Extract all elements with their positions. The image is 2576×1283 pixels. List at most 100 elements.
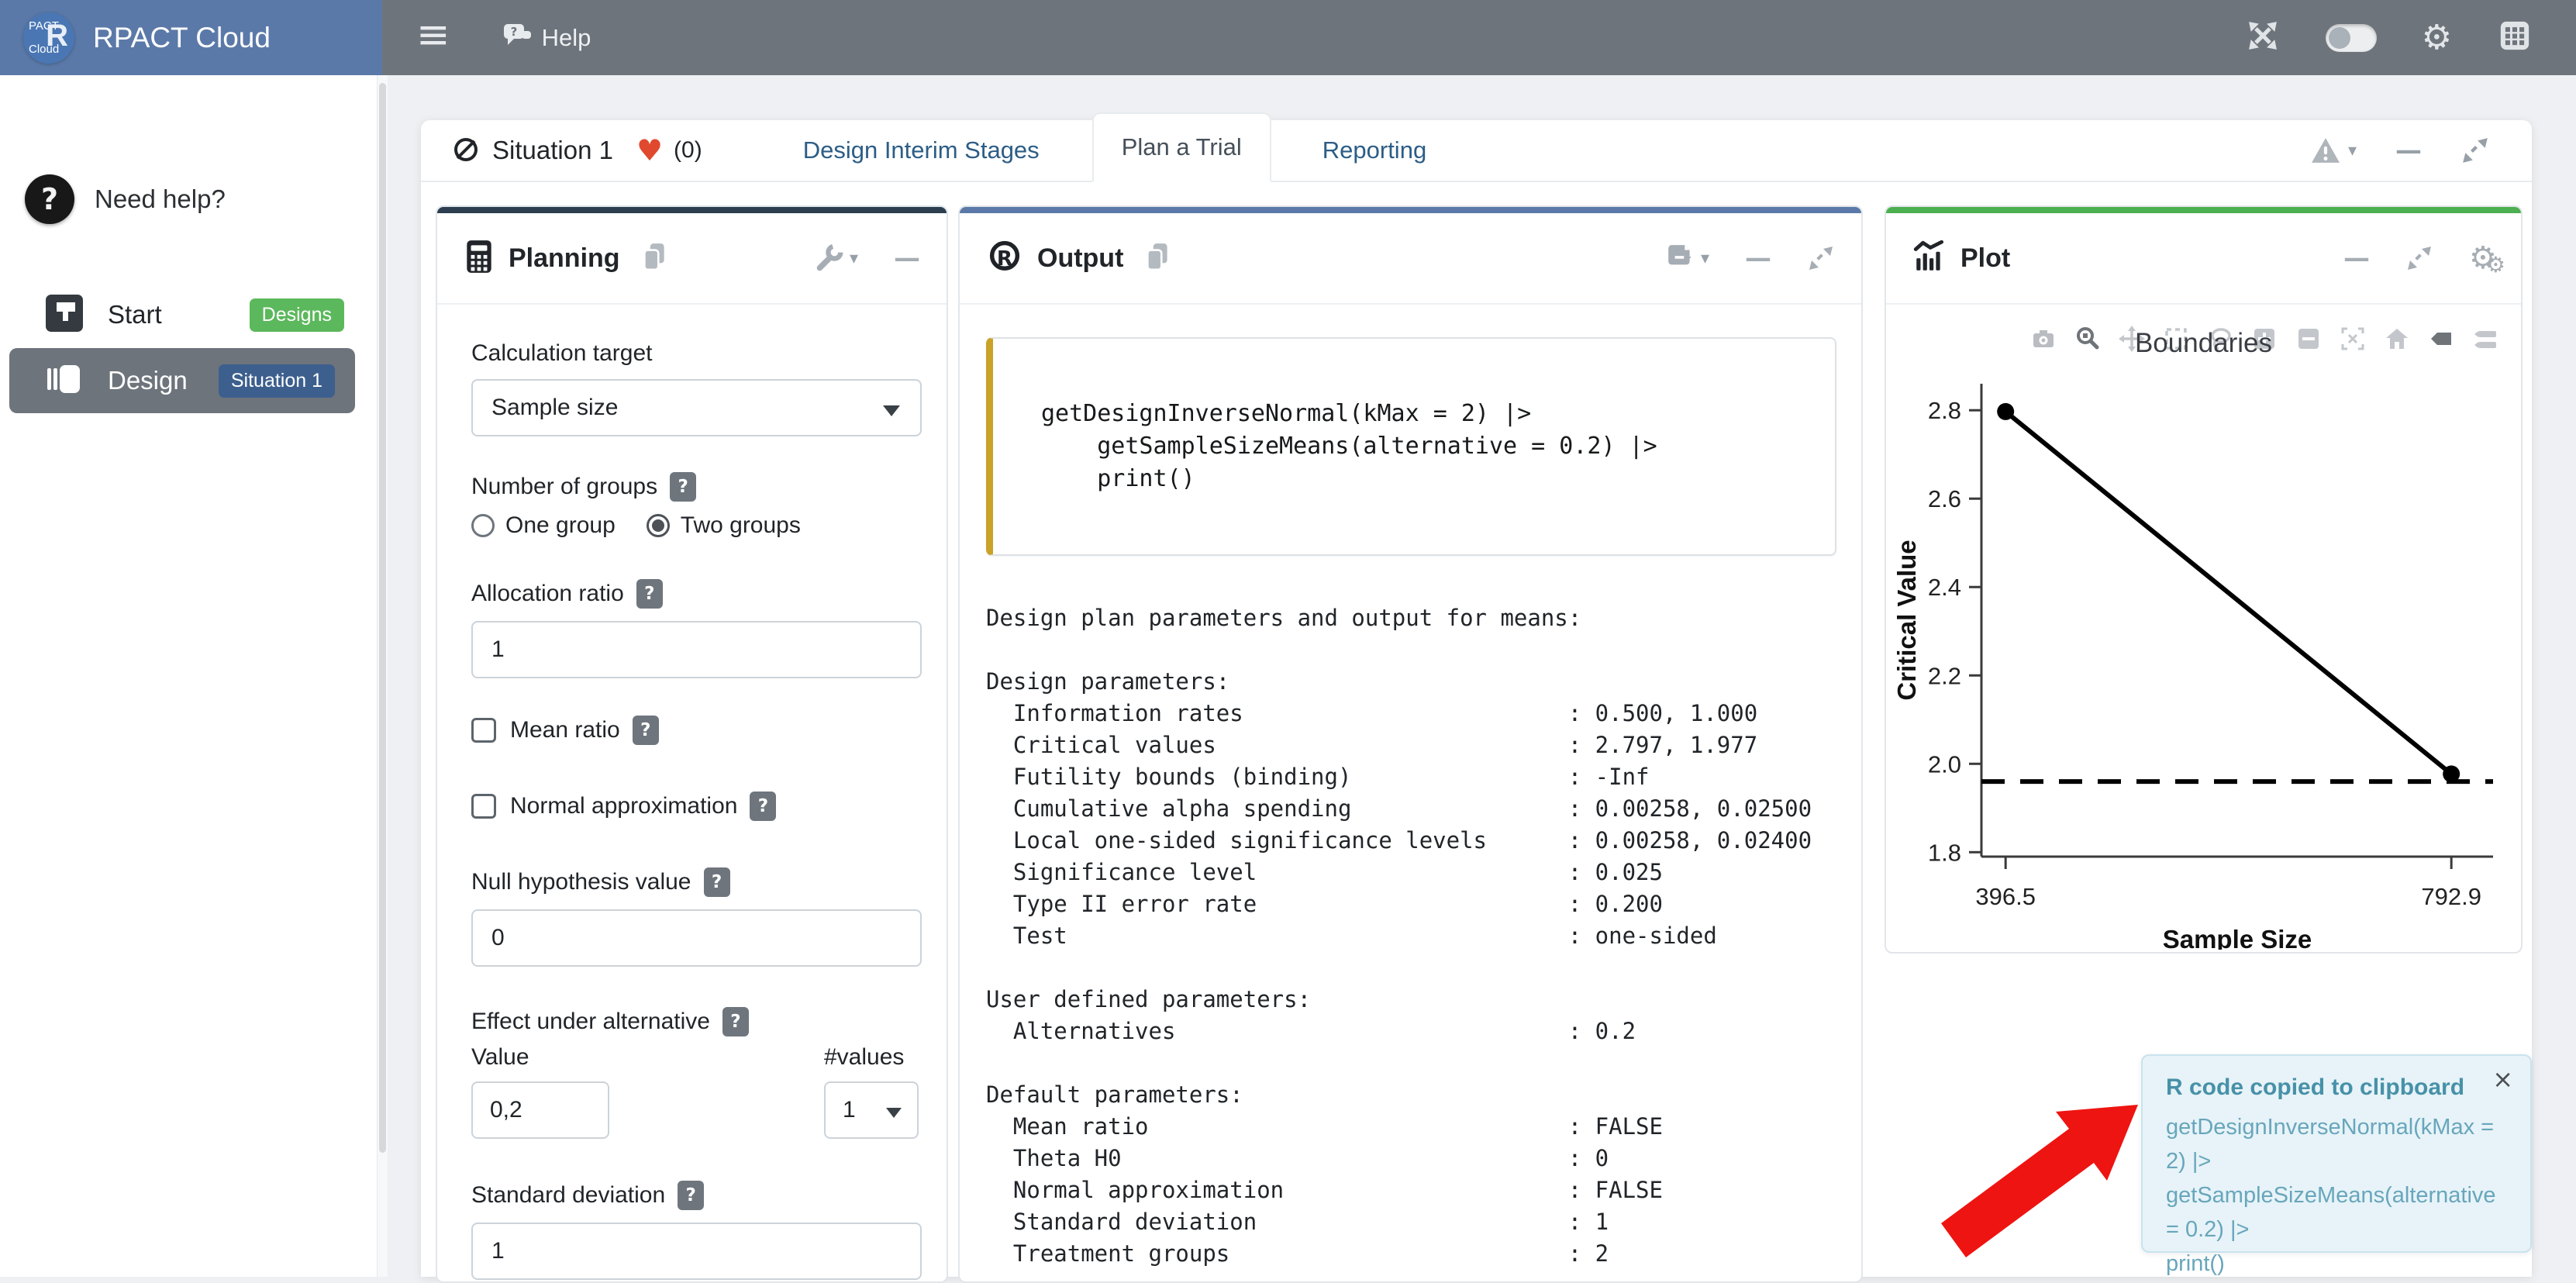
tab-plan-a-trial[interactable]: Plan a Trial [1092,112,1271,182]
radio-two-groups-label: Two groups [681,512,801,539]
help-question-badge[interactable]: ? [633,716,659,745]
apps-grid-icon[interactable] [2497,18,2533,57]
sidebar-item-start[interactable]: Start Designs [44,292,344,337]
sidebar-scrollbar[interactable] [378,75,388,1277]
number-of-groups-label: Number of groups ? [471,472,919,502]
help-chat-icon: ? [502,22,533,53]
need-help-link[interactable]: ? Need help? [25,174,226,224]
output-accent-bar [960,207,1861,213]
svg-text:2.0: 2.0 [1928,750,1961,778]
start-flag-icon [44,293,84,337]
effect-under-alternative-label: Effect under alternative ? [471,1007,919,1036]
num-values-value: 1 [843,1097,856,1123]
expand-panel-button[interactable] [1807,244,1835,272]
planning-panel: Planning ▾ — Calculati [436,205,948,1283]
num-values-select[interactable]: 1 [824,1081,919,1139]
toast-close-button[interactable]: × [2492,1067,2513,1092]
theme-toggle[interactable] [2326,24,2377,52]
pan-mode-icon[interactable] [2118,325,2146,353]
tab-reporting[interactable]: Reporting [1322,136,1426,164]
zoom-mode-icon[interactable] [2074,325,2102,353]
fullscreen-arrows-icon[interactable] [2245,18,2281,57]
compare-hover-icon[interactable] [2471,325,2499,353]
svg-text:2.8: 2.8 [1928,397,1961,424]
sidebar-item-design[interactable]: Design Situation 1 [9,348,355,413]
allocation-ratio-label: Allocation ratio ? [471,579,919,609]
download-plot-icon[interactable] [2029,325,2057,353]
help-question-badge[interactable]: ? [670,472,696,502]
svg-text:Sample Size: Sample Size [2163,925,2312,950]
sidebar-header: PACT R Cloud RPACT Cloud [0,0,382,75]
rpact-logo: PACT R Cloud [23,12,74,64]
help-question-badge[interactable]: ? [636,579,663,609]
show-closest-hover-icon[interactable] [2427,325,2455,353]
help-question-badge[interactable]: ? [750,792,776,821]
lasso-select-icon[interactable] [2206,325,2234,353]
collapse-panel-button[interactable]: — [894,245,920,271]
toast-notification: R code copied to clipboard getDesignInve… [2141,1054,2532,1253]
boundaries-chart[interactable]: 1.82.02.22.42.62.8396.5792.9Sample SizeC… [1892,376,2516,950]
mean-ratio-checkbox[interactable] [471,718,496,743]
zoom-in-icon[interactable] [2250,325,2278,353]
null-hypothesis-input[interactable] [471,909,922,967]
autoscale-icon[interactable] [2339,325,2367,353]
toast-title: R code copied to clipboard [2166,1074,2507,1101]
mean-ratio-label: Mean ratio ? [510,716,659,745]
plot-settings-gears-icon[interactable]: ⚙⚙ [2469,240,2495,276]
allocation-ratio-input[interactable] [471,621,922,678]
plot-panel: Plot — ⚙⚙ [1885,205,2523,954]
expand-panel-button[interactable] [2405,244,2433,272]
svg-text:396.5: 396.5 [1975,883,2036,910]
help-button[interactable]: ? Help [502,22,591,53]
designs-badge: Designs [250,298,344,332]
radio-one-group[interactable] [471,514,495,537]
svg-text:?: ? [510,25,517,39]
help-question-badge[interactable]: ? [722,1007,749,1036]
collapse-panel-button[interactable]: — [2343,245,2370,271]
help-question-badge[interactable]: ? [704,867,730,897]
svg-text:2.4: 2.4 [1928,574,1961,601]
standard-deviation-input[interactable] [471,1223,922,1280]
red-annotation-arrow [1933,1085,2157,1275]
plot-accent-bar [1886,207,2521,213]
calculation-target-select[interactable]: Sample size [471,379,922,436]
main-card: Situation 1 ♥ (0) Design Interim Stages … [421,120,2532,1277]
calculator-icon [464,239,495,278]
design-cards-icon [44,359,84,403]
svg-text:2.2: 2.2 [1928,662,1961,689]
svg-text:R: R [997,247,1012,270]
favorite-heart-icon[interactable]: ♥ [636,136,663,165]
tab-situation[interactable]: Situation 1 ♥ (0) [450,133,702,168]
tab-bar: Situation 1 ♥ (0) Design Interim Stages … [421,120,2532,182]
hamburger-menu-icon[interactable]: ≡ [416,15,450,55]
scrollbar-thumb[interactable] [379,83,386,1153]
normal-approximation-label: Normal approximation ? [510,792,776,821]
effect-value-input[interactable] [471,1081,609,1139]
collapse-panel-button[interactable]: — [1745,245,1771,271]
sidebar-item-label: Design [108,366,188,395]
tools-wrench-dropdown[interactable]: ▾ [814,243,858,273]
copy-icon[interactable] [1143,241,1171,276]
r-code-block: getDesignInverseNormal(kMax = 2) |> getS… [986,337,1836,556]
export-dropdown-button[interactable]: ▾ [1667,243,1709,274]
help-question-badge[interactable]: ? [678,1181,704,1210]
tab-design-interim-stages[interactable]: Design Interim Stages [803,136,1040,164]
zoom-out-icon[interactable] [2295,325,2323,353]
num-values-label: #values [824,1044,904,1071]
svg-text:2.6: 2.6 [1928,485,1961,512]
reset-axes-home-icon[interactable] [2383,325,2411,353]
box-select-icon[interactable] [2162,325,2190,353]
radio-two-groups[interactable] [647,514,670,537]
sidebar: ? Need help? Start Designs Design Situat… [0,75,378,1277]
normal-approximation-checkbox[interactable] [471,794,496,819]
caret-down-icon: ▾ [1701,249,1709,268]
warnings-dropdown-button[interactable]: ▾ [2309,136,2357,165]
collapse-card-button[interactable]: — [2395,137,2422,164]
expand-card-button[interactable] [2460,136,2490,165]
output-title: Output [1037,243,1123,274]
copy-icon[interactable] [640,241,668,276]
planning-title: Planning [509,243,620,274]
app-title: RPACT Cloud [93,22,271,54]
settings-gear-icon[interactable]: ⚙ [2422,21,2452,55]
help-label: Help [542,24,591,52]
